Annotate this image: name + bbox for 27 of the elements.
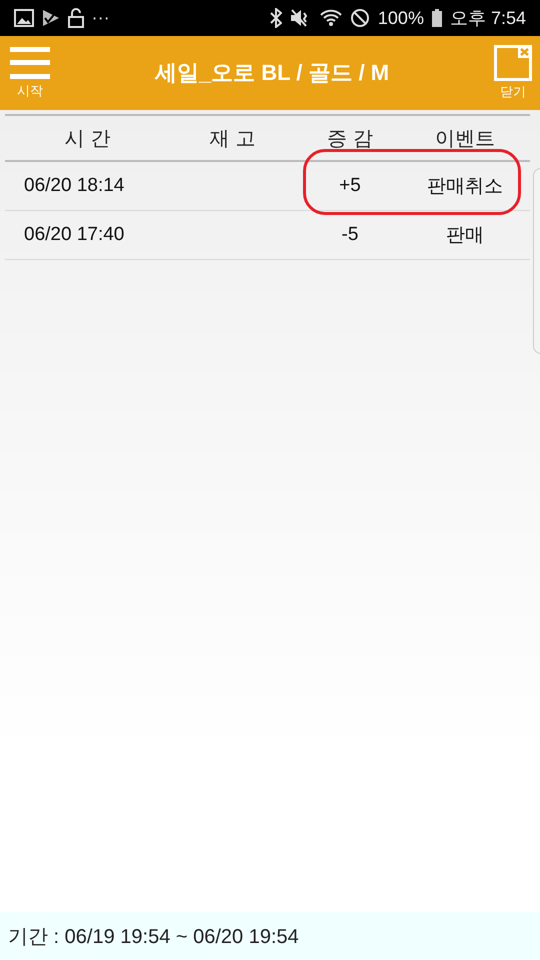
table-cell-text: 판매취소 (426, 175, 504, 199)
wifi-icon (320, 9, 342, 27)
table-cell-text: +5 (338, 175, 362, 197)
table-cell-text: 06/20 17:40 (23, 224, 126, 246)
close-window-icon (494, 45, 532, 81)
close-button[interactable]: 닫기 (494, 45, 532, 101)
menu-icon (10, 46, 50, 80)
bluetooth-icon (270, 8, 282, 28)
menu-button[interactable]: 시작 (10, 46, 50, 100)
column-header: 증 감 (326, 124, 374, 152)
table-cell-text: -5 (340, 224, 360, 246)
side-handle[interactable] (533, 168, 540, 354)
table-cell-text: 06/20 18:14 (23, 175, 126, 197)
clock: 오후 7:54 (450, 7, 526, 30)
lock-icon (68, 8, 84, 28)
battery-icon (432, 9, 442, 27)
check-icon (42, 9, 60, 27)
column-header: 시 간 (63, 124, 112, 152)
image-icon (14, 9, 34, 27)
more-dots: ··· (92, 8, 110, 28)
screen-title: 세일_오로 BL / 골드 / M (154, 59, 390, 87)
battery-percent: 100% (378, 8, 424, 28)
column-header: 재 고 (208, 124, 257, 152)
table-cell-text: 판매 (445, 224, 485, 248)
no-symbol-icon (350, 8, 370, 28)
period-text: 기간 : 06/19 19:54 ~ 06/20 19:54 (8, 924, 299, 950)
column-header: 이벤트 (434, 124, 496, 152)
